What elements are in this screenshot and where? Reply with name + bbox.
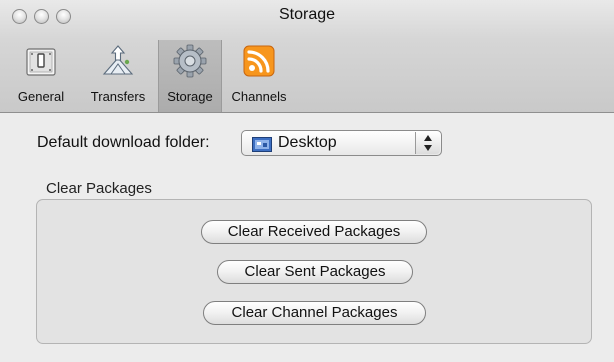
transfers-icon (102, 45, 134, 75)
popup-arrows (415, 132, 440, 154)
rss-feed-icon (243, 45, 275, 77)
clear-received-packages-button[interactable]: Clear Received Packages (201, 220, 427, 244)
clear-sent-packages-button[interactable]: Clear Sent Packages (217, 260, 413, 284)
tab-storage[interactable]: Storage (158, 40, 222, 112)
tab-channels-label: Channels (231, 89, 287, 104)
clear-packages-group: Clear Received Packages Clear Sent Packa… (36, 199, 592, 344)
clear-packages-group-label: Clear Packages (46, 180, 152, 197)
download-folder-popup[interactable]: Desktop (241, 130, 442, 156)
desktop-folder-icon (252, 137, 272, 152)
tab-general[interactable]: General (8, 40, 74, 112)
title-bar: Storage General Transfers Storage Channe… (0, 0, 614, 113)
clear-channel-packages-button[interactable]: Clear Channel Packages (203, 301, 426, 325)
download-folder-label: Default download folder: (37, 134, 210, 151)
tab-general-label: General (17, 89, 65, 104)
gear-icon (173, 44, 207, 78)
tab-storage-label: Storage (167, 89, 213, 104)
tab-transfers[interactable]: Transfers (82, 40, 154, 112)
switch-icon (26, 48, 56, 76)
preferences-window: Storage General Transfers Storage Channe… (0, 0, 614, 362)
tab-transfers-label: Transfers (90, 89, 146, 104)
window-title: Storage (278, 6, 336, 23)
download-folder-value: Desktop (278, 134, 337, 151)
tab-channels[interactable]: Channels (226, 40, 292, 112)
up-down-arrows-icon (424, 135, 432, 151)
